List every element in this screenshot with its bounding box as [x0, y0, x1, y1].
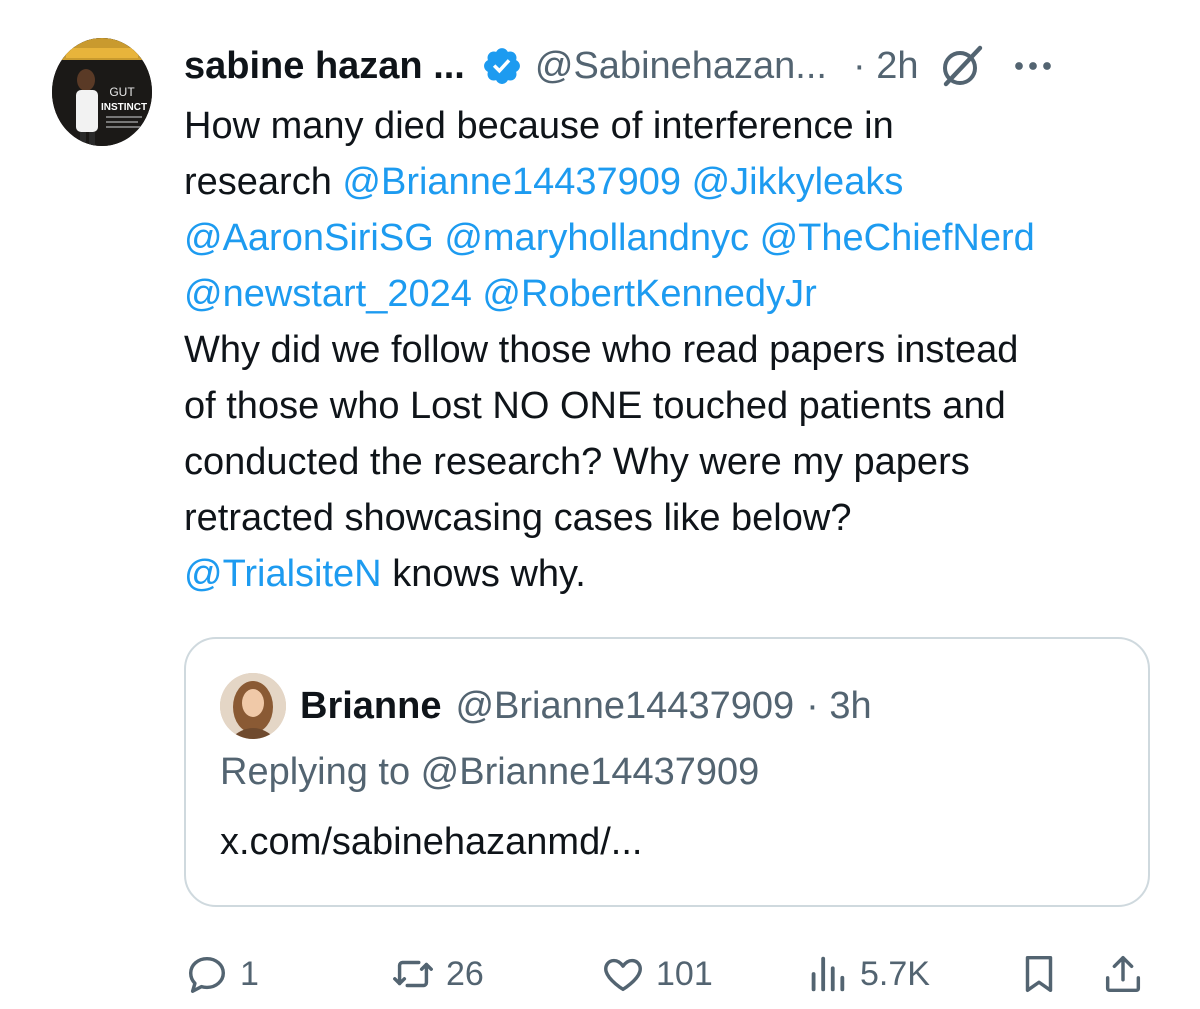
quoted-author-handle[interactable]: @Brianne14437909	[455, 685, 794, 728]
repost-count: 26	[446, 954, 484, 993]
tweet-line: of those who Lost NO ONE touched patient…	[184, 385, 1006, 427]
tweet-line: conducted the research? Why were my pape…	[184, 441, 970, 483]
tweet-text-fragment: knows why.	[392, 553, 586, 595]
mention-link[interactable]: @maryhollandnyc	[444, 217, 749, 259]
like-count: 101	[656, 954, 713, 993]
mention-link[interactable]: @TrialsiteN	[184, 553, 382, 595]
tweet-action-bar: 1 26 101 5.7K	[184, 946, 1150, 1002]
mention-link[interactable]: @TheChiefNerd	[760, 217, 1035, 259]
bookmark-icon	[1025, 955, 1053, 993]
tweet-line: research @Brianne14437909 @Jikkyleaks	[184, 154, 1174, 210]
tweet-header: sabine hazan ... @Sabinehazan... · 2h	[184, 38, 1160, 94]
grok-icon[interactable]	[938, 42, 986, 90]
quoted-tweet-time[interactable]: · 3h	[806, 685, 871, 728]
tweet-time[interactable]: · 2h	[853, 45, 918, 88]
mention-link[interactable]: @Jikkyleaks	[692, 161, 904, 203]
share-button[interactable]	[1100, 946, 1156, 1002]
mention-link[interactable]: @newstart_2024	[184, 273, 472, 315]
more-icon[interactable]	[1012, 45, 1054, 87]
tweet-line: How many died because of interference in	[184, 105, 894, 147]
tweet-line: @TrialsiteN knows why.	[184, 546, 1174, 602]
tweet-line: Why did we follow those who read papers …	[184, 329, 1019, 371]
svg-text:GUT: GUT	[109, 85, 135, 99]
tweet-text: How many died because of interference in…	[184, 98, 1174, 602]
quoted-tweet-card[interactable]: Brianne @Brianne14437909 · 3h Replying t…	[184, 637, 1150, 907]
author-avatar[interactable]: GUT INSTINCT	[52, 38, 152, 146]
tweet-text-fragment: research	[184, 161, 332, 203]
like-icon	[604, 958, 642, 992]
share-icon	[1105, 955, 1141, 993]
quoted-author-avatar[interactable]	[220, 673, 286, 739]
mention-link[interactable]: @AaronSiriSG	[184, 217, 434, 259]
tweet-line: retracted showcasing cases like below?	[184, 497, 852, 539]
replying-to-text: Replying to @Brianne14437909	[220, 751, 760, 793]
bookmark-button[interactable]	[1016, 946, 1072, 1002]
svg-text:INSTINCT: INSTINCT	[101, 102, 147, 113]
quoted-tweet-link[interactable]: x.com/sabinehazanmd/...	[220, 821, 642, 864]
verified-badge-icon	[483, 48, 520, 84]
author-handle[interactable]: @Sabinehazan...	[535, 45, 827, 88]
quoted-tweet-header: Brianne @Brianne14437909 · 3h	[220, 671, 872, 741]
repost-icon	[393, 960, 433, 988]
reply-icon	[188, 956, 226, 993]
tweet-line: @AaronSiriSG @maryhollandnyc @TheChiefNe…	[184, 210, 1174, 266]
tweet-line: @newstart_2024 @RobertKennedyJr	[184, 266, 1174, 322]
reply-button[interactable]: 1	[184, 946, 259, 1002]
mention-link[interactable]: @RobertKennedyJr	[482, 273, 816, 315]
reply-count: 1	[240, 954, 259, 993]
like-button[interactable]: 101	[600, 946, 713, 1002]
views-count: 5.7K	[860, 954, 930, 993]
quoted-author-name[interactable]: Brianne	[300, 685, 441, 728]
views-icon	[811, 956, 845, 992]
views-button[interactable]: 5.7K	[804, 946, 930, 1002]
repost-button[interactable]: 26	[390, 946, 484, 1002]
mention-link[interactable]: @Brianne14437909	[342, 161, 681, 203]
author-display-name[interactable]: sabine hazan ...	[184, 45, 465, 88]
